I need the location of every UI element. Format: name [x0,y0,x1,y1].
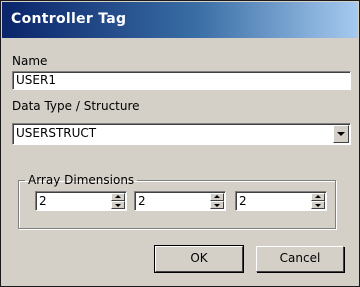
dimension-1-value: 2 [39,194,47,208]
spin-up-button[interactable] [210,193,224,201]
spin-up-button[interactable] [111,193,125,201]
controller-tag-dialog: Controller Tag Name USER1 Data Type / St… [0,0,360,287]
spin-down-button[interactable] [311,201,325,209]
dimension-3-value: 2 [239,194,247,208]
dimension-2-spinner[interactable]: 2 [134,191,226,211]
spin-up-icon [115,195,121,198]
name-label: Name [12,54,48,68]
data-type-select[interactable]: USERSTRUCT [12,123,351,145]
dropdown-button[interactable] [333,125,349,143]
cancel-button[interactable]: Cancel [256,246,344,272]
chevron-down-icon [337,132,345,136]
dimension-3-spinner[interactable]: 2 [235,191,327,211]
dimension-2-value: 2 [138,194,146,208]
spin-down-icon [214,204,220,207]
array-dimensions-label: Array Dimensions [28,173,135,187]
ok-button[interactable]: OK [154,245,244,273]
spin-down-icon [115,204,121,207]
spin-down-icon [315,204,321,207]
title-bar: Controller Tag [2,2,358,38]
spin-down-button[interactable] [210,201,224,209]
spin-up-icon [214,195,220,198]
dialog-title: Controller Tag [11,11,127,27]
spin-up-icon [315,195,321,198]
name-input[interactable]: USER1 [12,71,351,90]
data-type-value: USERSTRUCT [16,126,97,140]
spin-down-button[interactable] [111,201,125,209]
data-type-label: Data Type / Structure [12,99,140,113]
dimension-1-spinner[interactable]: 2 [35,191,127,211]
spin-up-button[interactable] [311,193,325,201]
